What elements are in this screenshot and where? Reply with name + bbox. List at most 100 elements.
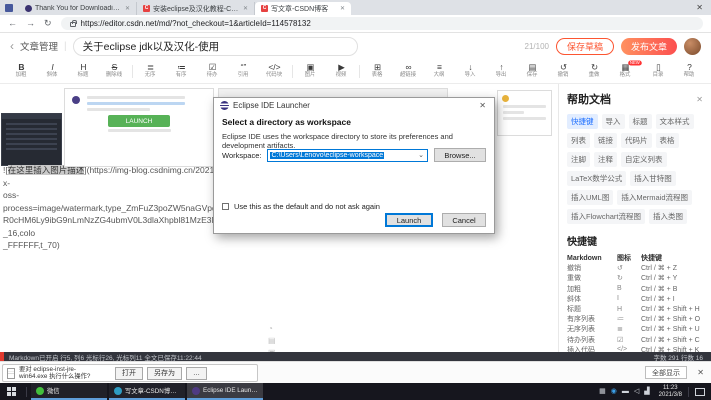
manage-articles-link[interactable]: 文章管理 bbox=[20, 39, 58, 53]
download-item[interactable]: 要对 eclipse-inst-jre-win64.exe 执行什么操作? 打开… bbox=[2, 364, 258, 382]
toolbar-button-label: 删除线 bbox=[106, 72, 122, 78]
tab-close-icon[interactable]: ✕ bbox=[243, 5, 248, 12]
toc-icon: ▯ bbox=[656, 63, 661, 72]
taskbar-app-label: 微信 bbox=[47, 386, 60, 395]
help-tag[interactable]: 自定义列表 bbox=[621, 152, 667, 167]
scroll-sync-icon[interactable]: ◔ bbox=[268, 324, 276, 333]
help-tag[interactable]: 插入Flowchart流程图 bbox=[567, 209, 645, 224]
toolbar-help-button[interactable]: ?帮助 bbox=[674, 59, 705, 83]
chevron-left-icon[interactable]: ‹ bbox=[10, 39, 14, 53]
tab-close-icon[interactable]: ✕ bbox=[125, 5, 130, 12]
toolbar-ordered-list-button[interactable]: ≔有序 bbox=[166, 59, 197, 83]
toolbar-outline-button[interactable]: ≡大纲 bbox=[424, 59, 455, 83]
help-tag[interactable]: 注释 bbox=[594, 152, 617, 167]
toolbar-quote-button[interactable]: “”引用 bbox=[228, 59, 259, 83]
help-close-icon[interactable]: ✕ bbox=[696, 95, 703, 104]
toolbar-italic-button[interactable]: I斜体 bbox=[37, 59, 68, 83]
workspace-combobox[interactable]: C:\Users\Lenovo\eclipse-workspace ⌄ bbox=[267, 149, 428, 162]
more-options-button[interactable]: … bbox=[186, 367, 207, 380]
help-tag[interactable]: 标题 bbox=[629, 114, 652, 129]
ime-icon[interactable]: ▦ bbox=[599, 388, 606, 395]
toolbar-image-button[interactable]: ▣图片 bbox=[295, 59, 326, 83]
open-file-button[interactable]: 打开 bbox=[115, 367, 143, 380]
toolbar-save-button[interactable]: ▤保存 bbox=[517, 59, 548, 83]
outline-icon: ≡ bbox=[437, 63, 442, 72]
toolbar-code-block-button[interactable]: </>代码块 bbox=[259, 59, 290, 83]
toolbar-undo-button[interactable]: ↺撤销 bbox=[548, 59, 579, 83]
taskbar-app-wechat[interactable]: 微信 bbox=[31, 383, 107, 400]
avatar[interactable] bbox=[684, 38, 701, 55]
security-icon[interactable]: ◉ bbox=[611, 388, 617, 395]
help-tag[interactable]: 文本样式 bbox=[656, 114, 694, 129]
dialog-close-icon[interactable]: ✕ bbox=[477, 101, 488, 110]
taskbar-app-label: 写文章-CSDN博客… bbox=[125, 386, 180, 395]
save-draft-button[interactable]: 保存草稿 bbox=[556, 38, 614, 55]
tab-title: 写文章-CSDN博客 bbox=[271, 4, 337, 14]
taskbar-separator bbox=[688, 387, 689, 397]
tab-close-icon[interactable]: ✕ bbox=[340, 5, 345, 12]
toolbar-bold-button[interactable]: B加粗 bbox=[6, 59, 37, 83]
toolbar-video-button[interactable]: ▶视频 bbox=[326, 59, 357, 83]
toolbar-table-button[interactable]: ⊞表格 bbox=[362, 59, 393, 83]
start-button[interactable] bbox=[0, 383, 22, 400]
dialog-title-bar[interactable]: Eclipse IDE Launcher ✕ bbox=[214, 98, 494, 113]
help-tag[interactable]: 链接 bbox=[594, 133, 617, 148]
help-tag[interactable]: LaTeX数学公式 bbox=[567, 171, 626, 186]
toolbar-import-button[interactable]: ↓导入 bbox=[455, 59, 486, 83]
help-tag[interactable]: 快捷键 bbox=[567, 114, 598, 129]
device-icon[interactable]: ▬ bbox=[622, 388, 629, 395]
toolbar-button-label: 超链接 bbox=[400, 72, 416, 78]
forward-icon[interactable]: → bbox=[26, 19, 35, 28]
toolbar-strikethrough-button[interactable]: S删除线 bbox=[99, 59, 130, 83]
toolbar-button-label: 帮助 bbox=[684, 72, 695, 78]
help-tag[interactable]: 列表 bbox=[567, 133, 590, 148]
window-close-button[interactable]: ✕ bbox=[688, 3, 711, 12]
browser-tab[interactable]: Thank You for Downloading Ecl...✕ bbox=[19, 2, 137, 15]
windows-taskbar: 微信 写文章-CSDN博客… Eclipse IDE Launc… ▦ ◉ ▬ ◁ ▟ 11… bbox=[0, 383, 711, 400]
article-title-input[interactable]: 关于eclipse jdk以及汉化-使用 bbox=[73, 37, 358, 56]
help-tag[interactable]: 插入甘特图 bbox=[630, 171, 676, 186]
toolbar-todo-list-button[interactable]: ☑待办 bbox=[197, 59, 228, 83]
url-field[interactable]: https://editor.csdn.net/md/?not_checkout… bbox=[61, 17, 703, 30]
action-center-icon[interactable] bbox=[695, 388, 705, 396]
help-tag[interactable]: 代码片 bbox=[621, 133, 652, 148]
toolbar-hyperlink-button[interactable]: ∞超链接 bbox=[393, 59, 424, 83]
default-workspace-checkbox[interactable] bbox=[222, 203, 229, 210]
shortcut-icon: H bbox=[617, 306, 641, 313]
help-tag[interactable]: 插入UML图 bbox=[567, 190, 613, 205]
toolbar-format-button[interactable]: ▦格式NEW bbox=[610, 59, 641, 83]
network-icon[interactable]: ▟ bbox=[644, 388, 649, 395]
toolbar-toc-button[interactable]: ▯目录 bbox=[643, 59, 674, 83]
help-tag[interactable]: 注脚 bbox=[567, 152, 590, 167]
toolbar-redo-button[interactable]: ↻重做 bbox=[579, 59, 610, 83]
help-tag[interactable]: 导入 bbox=[602, 114, 625, 129]
browser-tab[interactable]: C写文章-CSDN博客✕ bbox=[255, 2, 351, 15]
volume-icon[interactable]: ◁ bbox=[634, 388, 639, 395]
cancel-button[interactable]: Cancel bbox=[442, 213, 486, 227]
browse-button[interactable]: Browse... bbox=[434, 148, 486, 162]
toolbar-heading-button[interactable]: H标题 bbox=[68, 59, 99, 83]
taskbar-app-eclipse-launcher[interactable]: Eclipse IDE Launc… bbox=[187, 383, 263, 400]
toolbar-unordered-list-button[interactable]: ≣无序 bbox=[135, 59, 166, 83]
show-all-downloads-button[interactable]: 全部显示 bbox=[645, 366, 687, 379]
download-bar-close-icon[interactable]: ✕ bbox=[697, 368, 704, 377]
back-icon[interactable]: ← bbox=[8, 19, 17, 28]
shortcut-keys: Ctrl / ⌘ + I bbox=[641, 295, 703, 303]
shortcut-icon: ≔ bbox=[617, 315, 641, 323]
publish-button[interactable]: 发布文章 bbox=[621, 38, 677, 55]
toolbar-export-button[interactable]: ↑导出 bbox=[486, 59, 517, 83]
taskbar-app-edge-csdn[interactable]: 写文章-CSDN博客… bbox=[109, 383, 185, 400]
logo-dot bbox=[502, 95, 509, 102]
save-as-button[interactable]: 另存为 bbox=[147, 367, 182, 380]
taskbar-clock[interactable]: 11:23 2021/3/8 bbox=[659, 385, 682, 399]
help-tag[interactable]: 插入类图 bbox=[649, 209, 687, 224]
refresh-icon[interactable]: ↻ bbox=[44, 19, 52, 28]
code-block-icon: </> bbox=[268, 63, 280, 72]
taskbar-separator bbox=[26, 387, 27, 397]
browser-tab[interactable]: C安装eclipse及汉化教程-CSDN...✕ bbox=[137, 2, 255, 15]
launch-button[interactable]: Launch bbox=[385, 213, 433, 227]
help-tag[interactable]: 插入Mermaid流程图 bbox=[617, 190, 692, 205]
theme-icon[interactable]: ▤ bbox=[268, 336, 276, 345]
help-tag[interactable]: 表格 bbox=[656, 133, 679, 148]
chevron-down-icon[interactable]: ⌄ bbox=[418, 151, 425, 159]
